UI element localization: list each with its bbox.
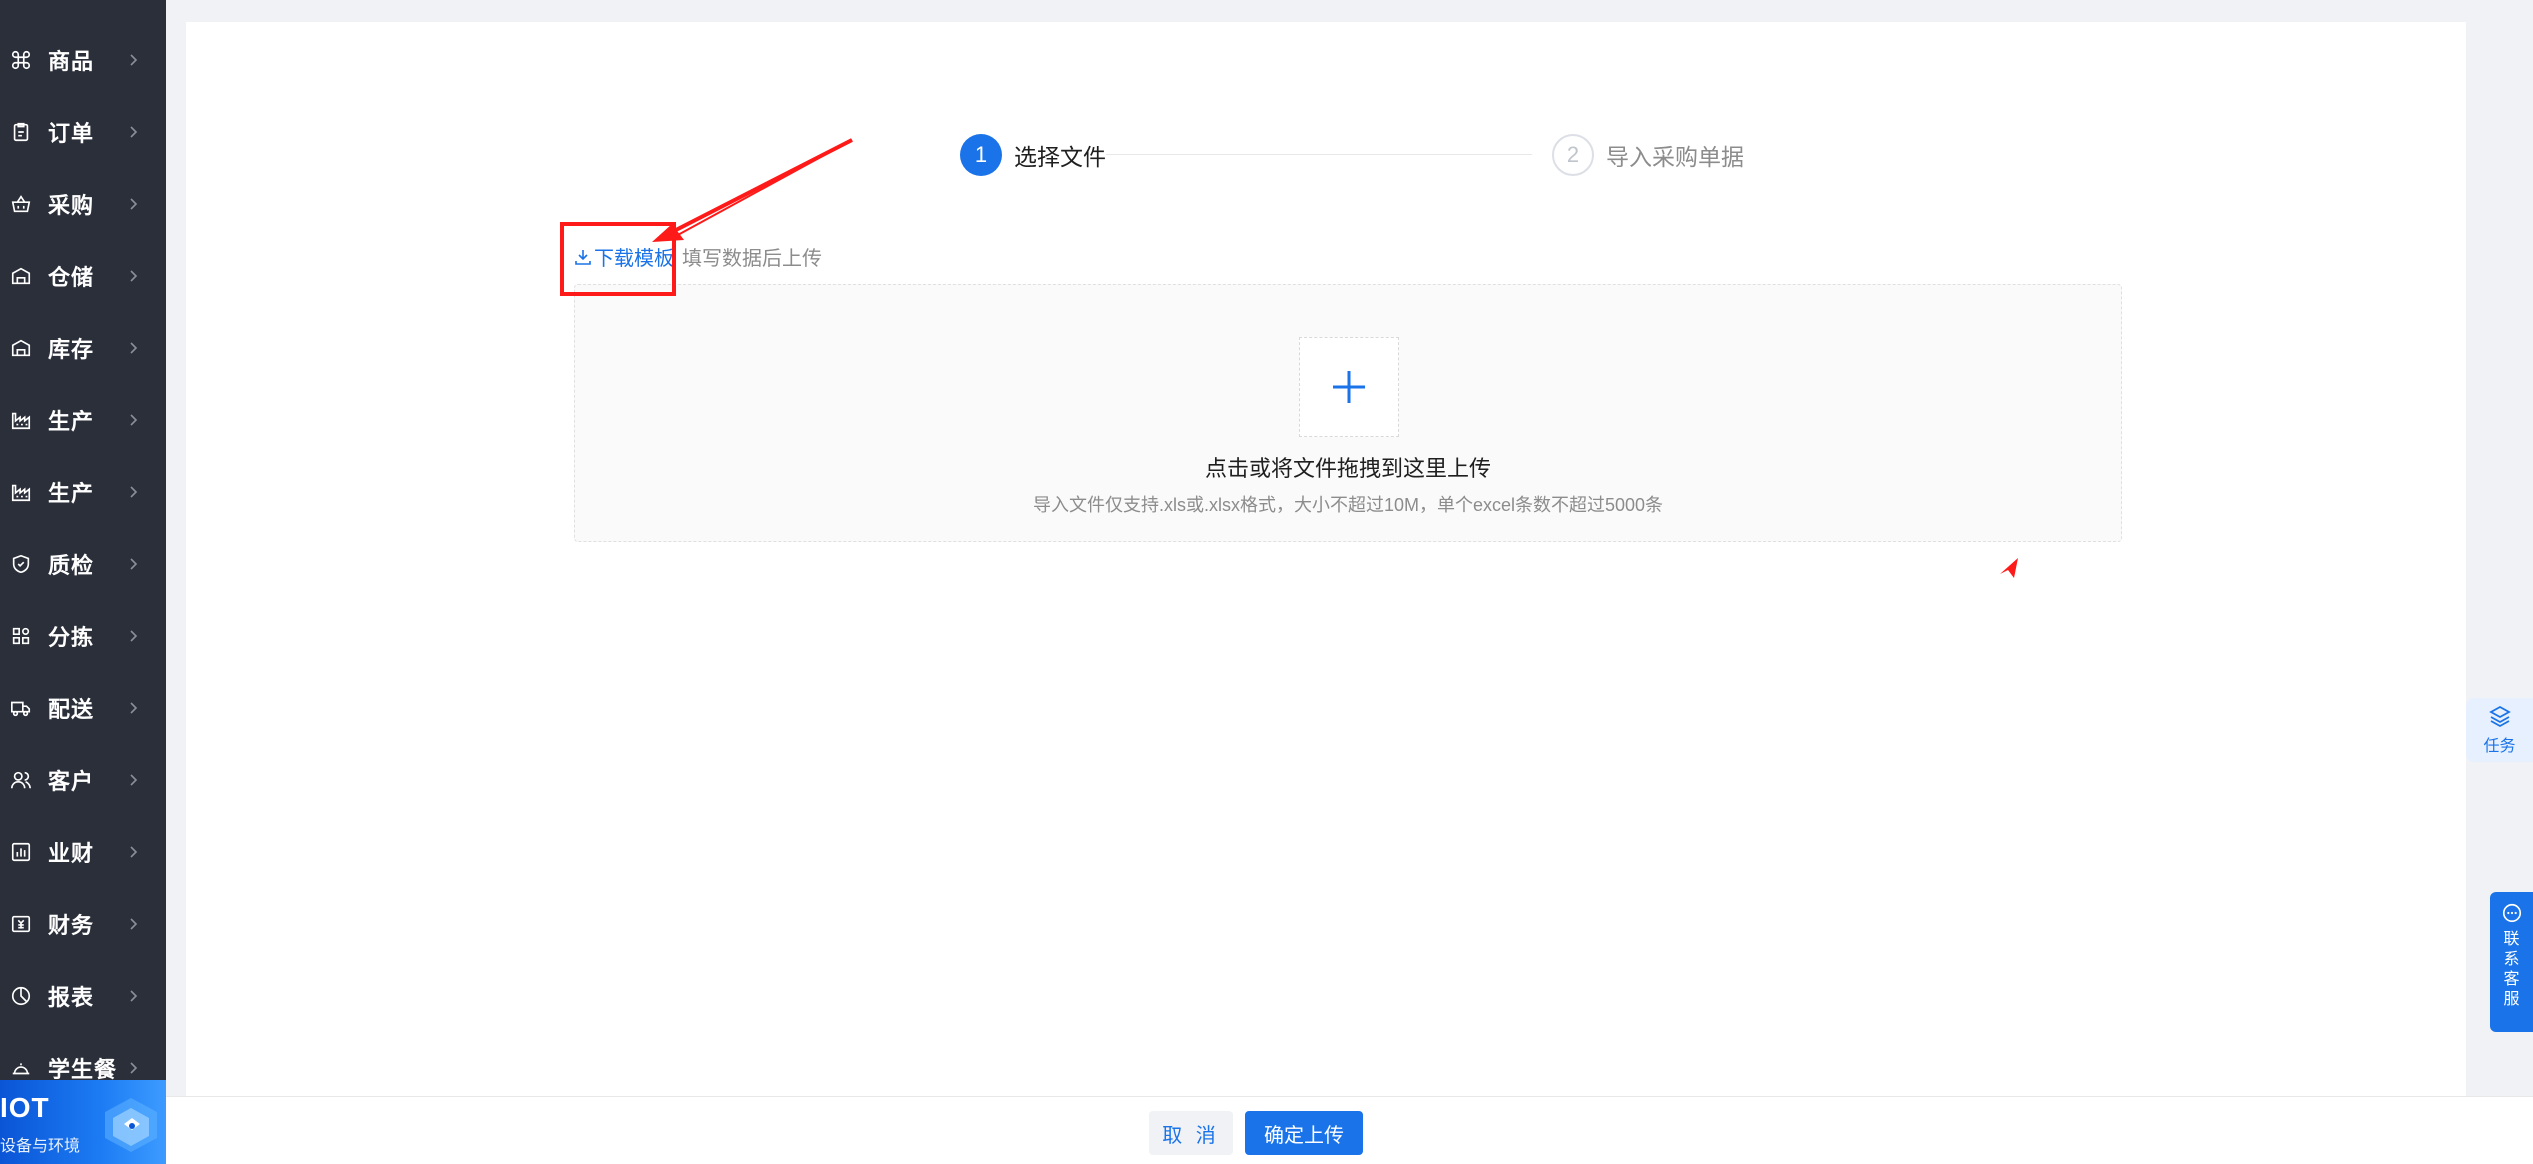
sidebar-item-orders[interactable]: 订单: [0, 102, 166, 162]
steps-divider: [1106, 154, 1532, 155]
warehouse-icon: [10, 265, 32, 287]
chevron-right-icon: [128, 413, 140, 427]
sidebar-item-label: 生产: [48, 481, 95, 506]
main-panel: [186, 22, 2466, 1096]
sidebar-item-production[interactable]: 生产: [0, 390, 166, 450]
sidebar-item-label: 质检: [48, 553, 95, 578]
plus-icon: [1333, 371, 1365, 403]
command-icon: [10, 49, 32, 71]
iot-subtitle: 设备与环境: [0, 1138, 81, 1155]
sidebar-item-label: 报表: [48, 985, 95, 1010]
step-2-title: 导入采购单据: [1606, 144, 1744, 170]
sidebar-item-label: 业财: [48, 841, 95, 866]
sidebar-item-label: 库存: [48, 337, 95, 362]
chevron-right-icon: [128, 341, 140, 355]
sidebar-item-delivery[interactable]: 配送: [0, 678, 166, 738]
sidebar-item-label: 订单: [48, 121, 95, 146]
sidebar-item-label: 配送: [48, 697, 95, 722]
sidebar-item-quality[interactable]: 质检: [0, 534, 166, 594]
sidebar-item-label: 客户: [48, 769, 95, 794]
sidebar-item-label: 仓储: [48, 265, 95, 290]
sidebar-item-goods[interactable]: 商品: [0, 30, 166, 90]
sidebar-item-label: 商品: [48, 49, 95, 74]
customer-service-widget[interactable]: 联系客服: [2490, 892, 2533, 1032]
chevron-right-icon: [128, 845, 140, 859]
task-widget[interactable]: 任务: [2466, 698, 2533, 762]
cancel-button[interactable]: 取 消: [1149, 1111, 1233, 1155]
chevron-right-icon: [128, 917, 140, 931]
chevron-right-icon: [128, 557, 140, 571]
task-label: 任务: [2483, 738, 2516, 755]
step-1-number: 1: [960, 134, 1002, 176]
sidebar-item-purchase[interactable]: 采购: [0, 174, 166, 234]
factory-icon: [10, 481, 32, 503]
shield-icon: [10, 553, 32, 575]
sort-icon: [10, 625, 32, 647]
step-2-number: 2: [1552, 134, 1594, 176]
sidebar-item-sorting[interactable]: 分拣: [0, 606, 166, 666]
upload-title: 点击或将文件拖拽到这里上传: [1204, 456, 1491, 481]
sidebar: 商品 订单 采购 仓储 库存 生产 生产 质检 分拣 配送 客户 业财 财务 报…: [0, 0, 166, 1164]
step-2: 2 导入采购单据: [1552, 134, 1744, 176]
chevron-right-icon: [128, 629, 140, 643]
iot-banner[interactable]: IOT 设备与环境: [0, 1080, 166, 1164]
sidebar-item-storage[interactable]: 仓储: [0, 246, 166, 306]
footer-action-bar: 取 消 确定上传: [166, 1096, 2533, 1164]
chat-icon: [2502, 903, 2521, 923]
sidebar-item-label: 分拣: [48, 625, 95, 650]
users-icon: [10, 769, 32, 791]
upload-description: 导入文件仅支持.xls或.xlsx格式，大小不超过10M，单个excel条数不超…: [1032, 495, 1664, 515]
truck-icon: [10, 697, 32, 719]
warehouse-icon: [10, 337, 32, 359]
sidebar-item-label: 采购: [48, 193, 95, 218]
layers-icon: [2488, 705, 2511, 728]
dish-icon: [10, 1057, 32, 1079]
factory-icon: [10, 409, 32, 431]
sidebar-item-customers[interactable]: 客户: [0, 750, 166, 810]
sidebar-item-production-2[interactable]: 生产: [0, 462, 166, 522]
chevron-right-icon: [128, 485, 140, 499]
chevron-right-icon: [128, 269, 140, 283]
sidebar-item-label: 生产: [48, 409, 95, 434]
sidebar-item-label: 财务: [48, 913, 95, 938]
bar-chart-icon: [10, 841, 32, 863]
upload-dropzone[interactable]: 点击或将文件拖拽到这里上传 导入文件仅支持.xls或.xlsx格式，大小不超过1…: [574, 284, 2122, 542]
annotation-highlight-box: [560, 222, 676, 296]
customer-service-label: 联系客服: [2503, 931, 2520, 1008]
chevron-right-icon: [128, 197, 140, 211]
iot-cube-icon: [105, 1098, 157, 1152]
chevron-right-icon: [128, 125, 140, 139]
sidebar-item-reports[interactable]: 报表: [0, 966, 166, 1026]
sidebar-item-finance[interactable]: 财务: [0, 894, 166, 954]
chevron-right-icon: [128, 773, 140, 787]
upload-plus-box[interactable]: [1299, 337, 1399, 437]
pie-chart-icon: [10, 985, 32, 1007]
sidebar-item-business-finance[interactable]: 业财: [0, 822, 166, 882]
download-hint: 填写数据后上传: [682, 248, 822, 270]
sidebar-item-inventory[interactable]: 库存: [0, 318, 166, 378]
chevron-right-icon: [128, 701, 140, 715]
finance-icon: [10, 913, 32, 935]
chevron-right-icon: [128, 53, 140, 67]
clipboard-icon: [10, 121, 32, 143]
step-1: 1 选择文件: [960, 134, 1106, 176]
iot-title: IOT: [0, 1092, 50, 1123]
basket-icon: [10, 193, 32, 215]
chevron-right-icon: [128, 1061, 140, 1075]
step-1-title: 选择文件: [1014, 144, 1106, 170]
confirm-upload-button[interactable]: 确定上传: [1245, 1111, 1363, 1155]
chevron-right-icon: [128, 989, 140, 1003]
